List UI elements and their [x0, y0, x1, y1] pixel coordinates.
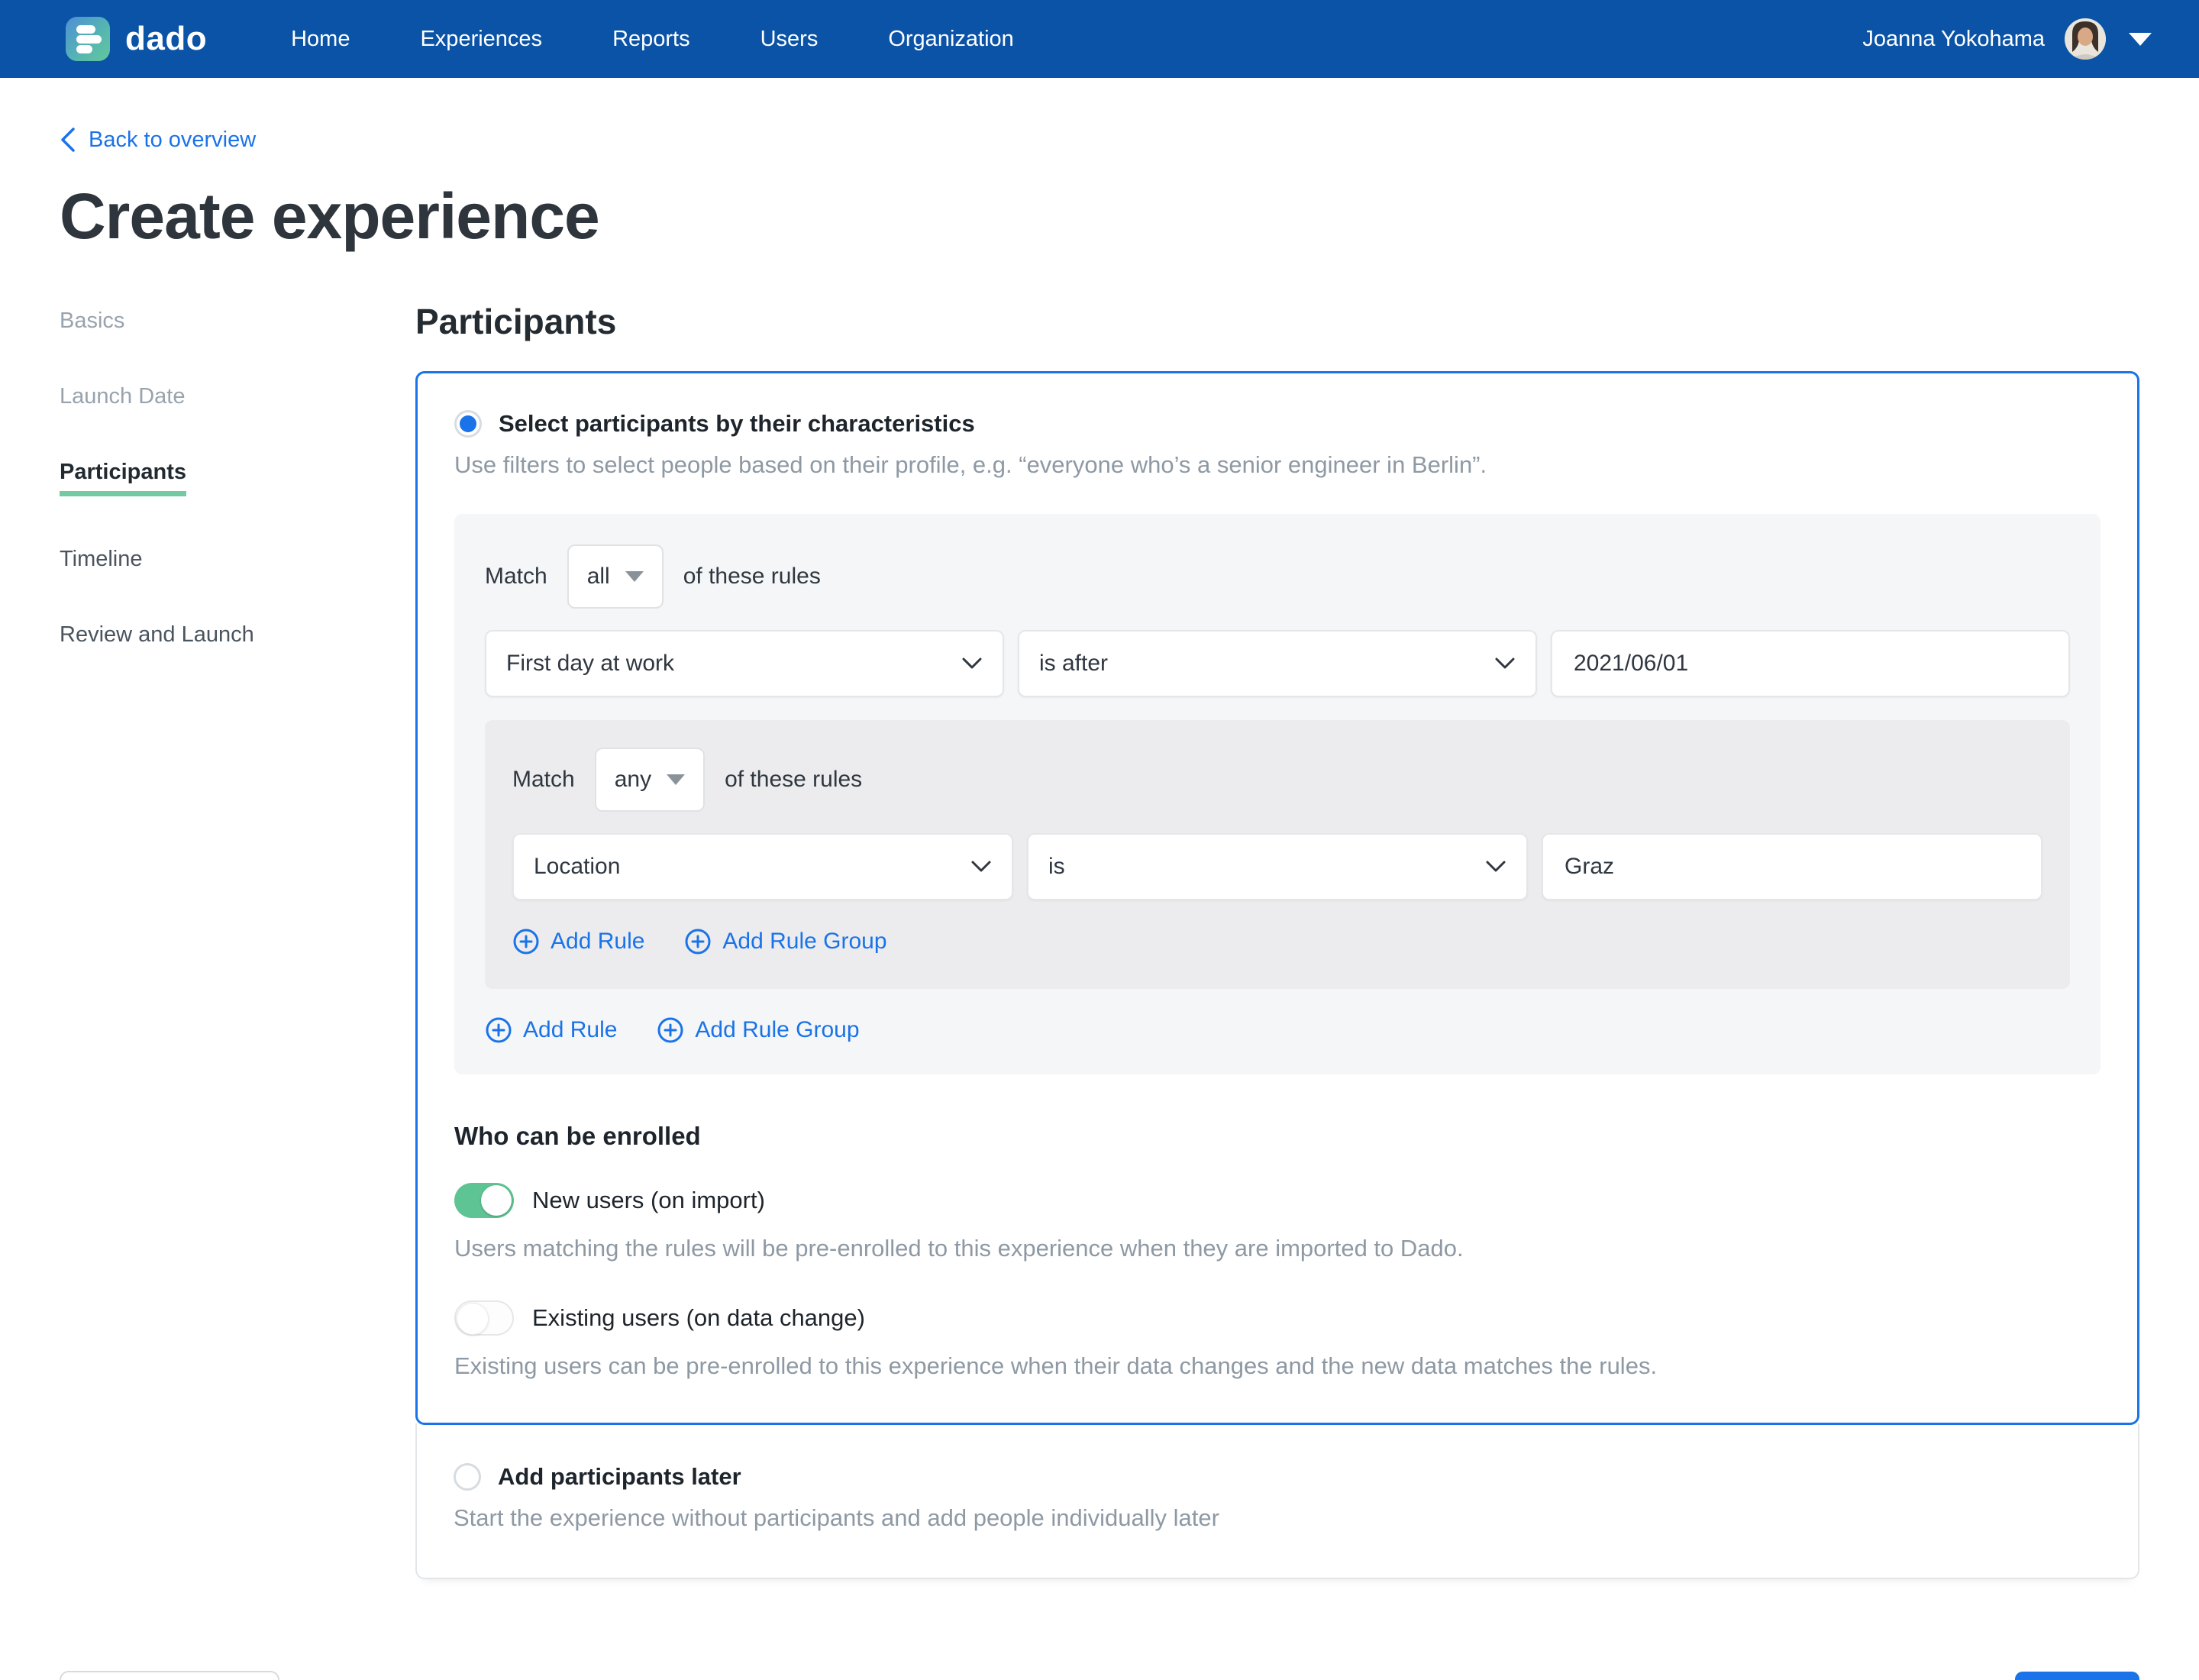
- toggle-existing-users-label: Existing users (on data change): [532, 1304, 865, 1331]
- section-heading: Participants: [415, 302, 617, 341]
- user-menu-caret-icon: [2129, 32, 2152, 46]
- nested-rule-value-input[interactable]: [1563, 853, 2021, 880]
- toggle-existing-users[interactable]: [454, 1300, 514, 1336]
- user-menu[interactable]: Joanna Yokohama: [1862, 18, 2152, 60]
- chevron-down-icon: [1495, 657, 1515, 669]
- match-suffix: of these rules: [725, 767, 863, 792]
- nested-rule-field-select[interactable]: Location: [512, 833, 1013, 900]
- dado-logo-icon: [66, 17, 110, 61]
- chevron-down-icon: [1486, 861, 1506, 872]
- who-can-be-enrolled-heading: Who can be enrolled: [454, 1122, 701, 1150]
- nav-item-reports[interactable]: Reports: [612, 27, 690, 52]
- match-prefix: Match: [512, 767, 575, 792]
- delete-draft-button[interactable]: Delete Draft: [60, 1671, 280, 1680]
- match-mode-select[interactable]: all: [567, 544, 664, 609]
- nested-rule-value-field: [1542, 833, 2042, 900]
- plus-circle-icon: [513, 929, 539, 955]
- add-rule-group-button[interactable]: Add Rule Group: [657, 1016, 860, 1044]
- option-card-characteristics: Select participants by their characteris…: [415, 371, 2139, 1425]
- plus-circle-icon: [486, 1017, 512, 1043]
- back-to-overview-link[interactable]: Back to overview: [60, 127, 256, 153]
- rules-panel: Match all of these rules First day at wo…: [454, 514, 2101, 1074]
- participants-section: Participants Select participants by thei…: [415, 301, 2139, 1579]
- user-name: Joanna Yokohama: [1862, 26, 2045, 51]
- rule-field-select[interactable]: First day at work: [485, 630, 1004, 697]
- nav-item-organization[interactable]: Organization: [888, 27, 1013, 52]
- nested-match-mode-select[interactable]: any: [594, 748, 706, 812]
- main-menu: Home Experiences Reports Users Organizat…: [291, 27, 1014, 52]
- option-later-label: Add participants later: [498, 1463, 741, 1490]
- rule-operator-select[interactable]: is after: [1018, 630, 1537, 697]
- nav-item-experiences[interactable]: Experiences: [420, 27, 542, 52]
- rule-row: First day at work is after: [485, 630, 2070, 697]
- brand-logo[interactable]: dado: [66, 17, 207, 61]
- page-content: Back to overview Create experience Basic…: [0, 78, 2199, 1680]
- avatar: [2065, 18, 2106, 60]
- triangle-down-icon: [667, 774, 686, 785]
- triangle-down-icon: [625, 571, 644, 582]
- step-sidebar: Basics Launch Date Participants Timeline…: [60, 301, 415, 1579]
- chevron-left-icon: [61, 128, 75, 152]
- toggle-new-users[interactable]: [454, 1183, 514, 1218]
- toggle-existing-users-description: Existing users can be pre-enrolled to th…: [454, 1352, 1658, 1379]
- match-suffix: of these rules: [683, 564, 821, 589]
- match-prefix: Match: [485, 564, 547, 589]
- nav-item-users[interactable]: Users: [760, 27, 819, 52]
- nested-rule-group: Match any of these rules Location is Gra…: [485, 720, 2070, 989]
- brand-name: dado: [125, 20, 208, 57]
- option-later-description: Start the experience without participant…: [454, 1504, 1219, 1531]
- rule-value-field: [1551, 630, 2070, 697]
- option-characteristics-label: Select participants by their characteris…: [499, 410, 975, 437]
- plus-circle-icon: [657, 1017, 683, 1043]
- top-navigation: dado Home Experiences Reports Users Orga…: [0, 0, 2199, 78]
- toggle-new-users-label: New users (on import): [532, 1187, 765, 1213]
- nested-rule-operator-select[interactable]: is: [1027, 833, 1528, 900]
- page-title: Create experience: [60, 180, 600, 252]
- add-rule-button[interactable]: Add Rule: [485, 1016, 617, 1044]
- radio-add-participants-later[interactable]: [454, 1463, 481, 1491]
- radio-select-by-characteristics[interactable]: [454, 410, 482, 438]
- sidebar-item-launch-date[interactable]: Launch Date: [60, 384, 415, 409]
- rule-row: Location is: [512, 833, 2042, 900]
- sidebar-item-review-and-launch[interactable]: Review and Launch: [60, 622, 415, 648]
- option-card-add-later: Add participants later Start the experie…: [415, 1423, 2139, 1579]
- nested-add-rule-group-button[interactable]: Add Rule Group: [684, 928, 887, 955]
- plus-circle-icon: [685, 929, 711, 955]
- rule-value-input[interactable]: [1572, 650, 2049, 677]
- sidebar-item-basics[interactable]: Basics: [60, 309, 415, 334]
- option-characteristics-description: Use filters to select people based on th…: [454, 451, 1487, 478]
- chevron-down-icon: [971, 861, 991, 872]
- toggle-new-users-description: Users matching the rules will be pre-enr…: [454, 1235, 1464, 1262]
- footer-actions: Delete Draft Save changes Next: [60, 1671, 2139, 1680]
- sidebar-item-timeline[interactable]: Timeline: [60, 547, 415, 572]
- next-button[interactable]: Next: [2014, 1672, 2139, 1680]
- nav-item-home[interactable]: Home: [291, 27, 350, 52]
- nested-add-rule-button[interactable]: Add Rule: [512, 928, 644, 955]
- sidebar-item-participants[interactable]: Participants: [60, 460, 415, 496]
- chevron-down-icon: [962, 657, 982, 669]
